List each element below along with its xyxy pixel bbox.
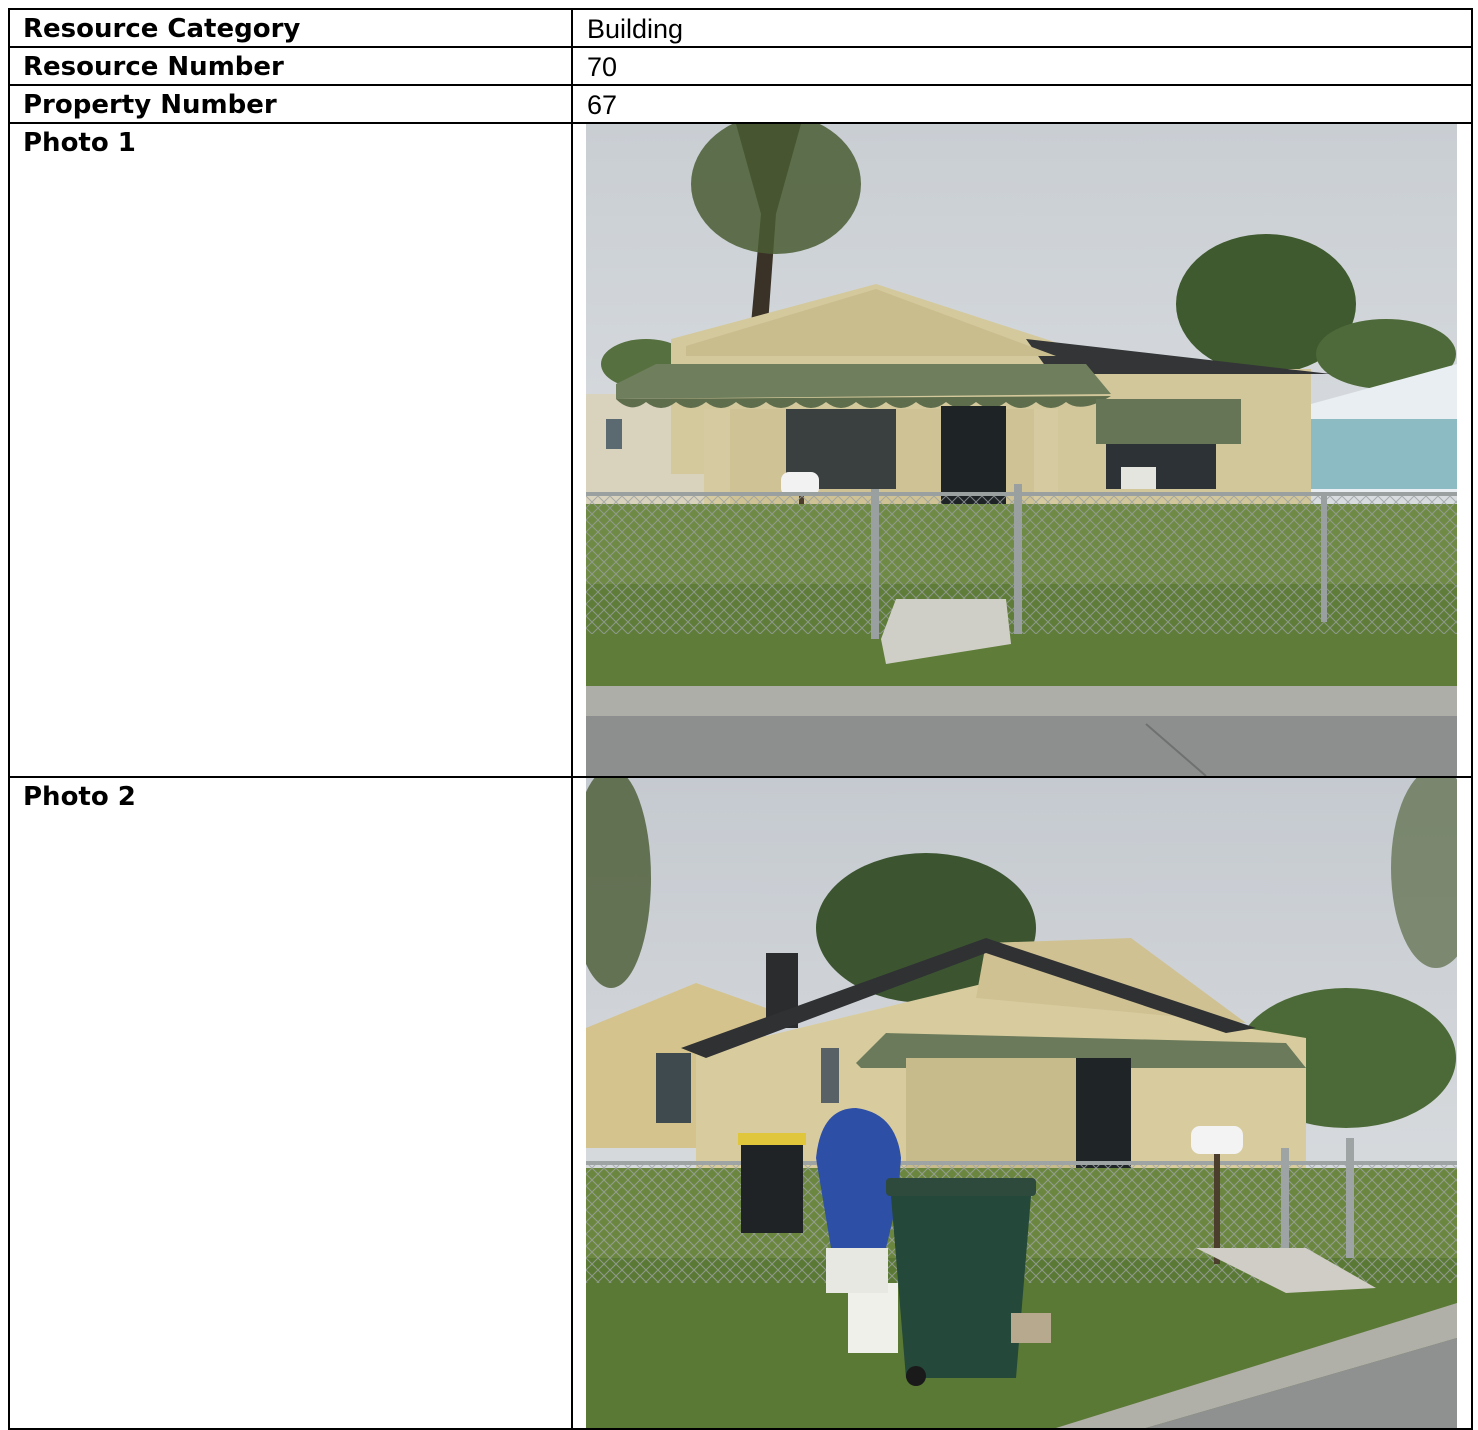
label-cell: Photo 2 <box>8 776 573 1430</box>
photo-2-image <box>586 778 1457 1428</box>
resource-category-label: Resource Category <box>23 14 301 44</box>
resource-number-label: Resource Number <box>23 52 284 82</box>
label-cell: Resource Number <box>8 46 573 86</box>
table-row: Resource Category Building <box>8 8 1473 48</box>
photo-cell <box>571 776 1473 1430</box>
resource-category-value: Building <box>587 14 684 44</box>
label-cell: Photo 1 <box>8 122 573 778</box>
value-cell: Building <box>571 8 1473 48</box>
resource-record-table: Resource Category Building Resource Numb… <box>8 8 1473 1430</box>
table-row: Property Number 67 <box>8 84 1473 124</box>
table-row: Photo 2 <box>8 776 1473 1430</box>
label-cell: Resource Category <box>8 8 573 48</box>
property-number-value: 67 <box>587 90 618 120</box>
photo-2-label: Photo 2 <box>23 782 136 812</box>
photo-1-image <box>586 124 1457 776</box>
value-cell: 70 <box>571 46 1473 86</box>
table-row: Photo 1 <box>8 122 1473 778</box>
value-cell: 67 <box>571 84 1473 124</box>
photo-1-label: Photo 1 <box>23 128 136 158</box>
resource-number-value: 70 <box>587 52 618 82</box>
label-cell: Property Number <box>8 84 573 124</box>
property-number-label: Property Number <box>23 90 277 120</box>
photo-cell <box>571 122 1473 778</box>
table-row: Resource Number 70 <box>8 46 1473 86</box>
